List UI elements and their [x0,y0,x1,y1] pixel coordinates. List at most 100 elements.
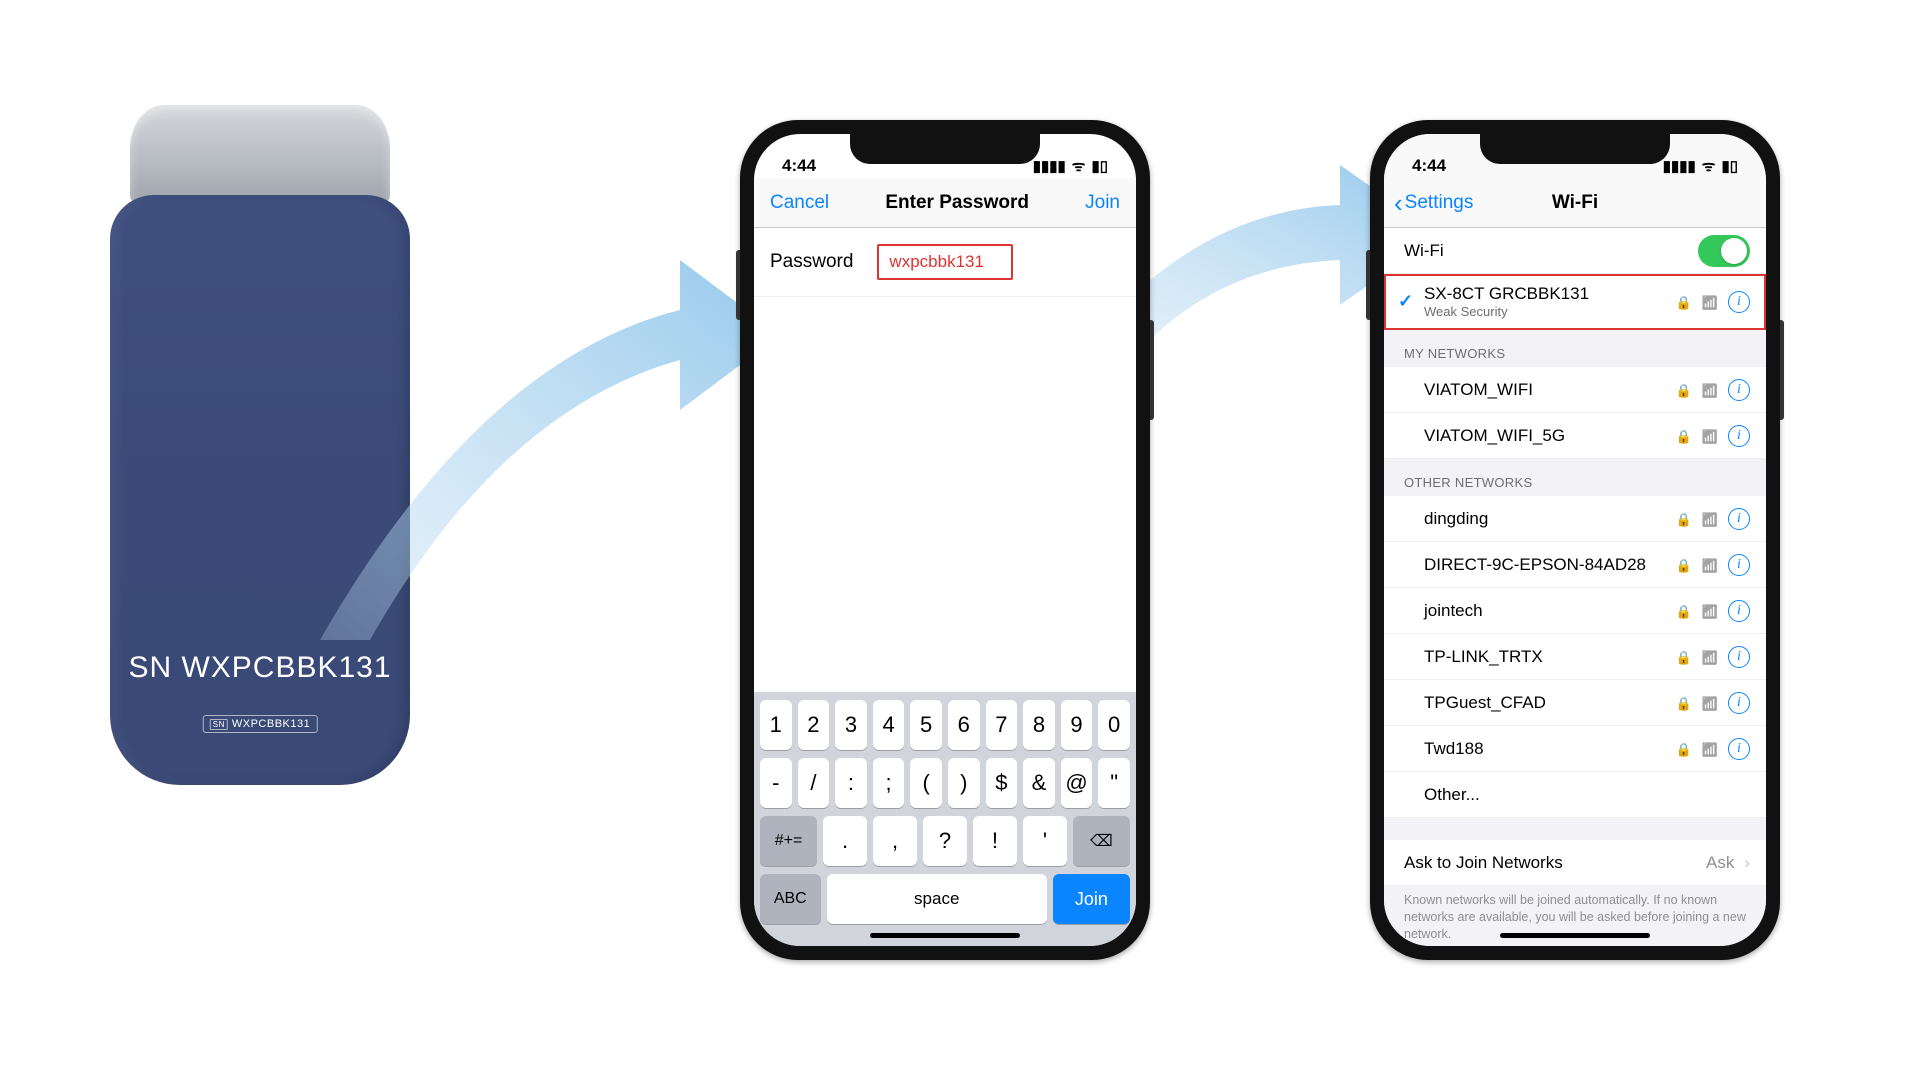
key-0[interactable]: 0 [1098,700,1130,750]
wifi-list[interactable]: Wi-Fi SX-8CT GRCBBK131 Weak Security i M… [1384,228,1766,946]
key-period[interactable]: . [823,816,867,866]
key-backspace[interactable]: ⌫ [1073,816,1130,866]
notch [850,134,1040,164]
lock-icon [1676,601,1692,621]
key-excl[interactable]: ! [973,816,1017,866]
battery-icon: ▮▯ [1091,157,1108,175]
connected-ssid: SX-8CT GRCBBK131 [1424,284,1676,304]
key-amp[interactable]: & [1023,758,1055,808]
info-icon[interactable]: i [1728,291,1750,313]
network-row[interactable]: dingding i [1384,496,1766,542]
wifi-toggle-row[interactable]: Wi-Fi [1384,228,1766,274]
key-6[interactable]: 6 [948,700,980,750]
key-space[interactable]: space [827,874,1047,924]
key-dollar[interactable]: $ [986,758,1018,808]
wifi-icon: ᯤ [1702,156,1716,176]
info-icon[interactable]: i [1728,646,1750,668]
info-icon[interactable]: i [1728,508,1750,530]
phone-enter-password: 4:44 ▮▮▮▮ ᯤ ▮▯ Cancel Enter Password Joi… [740,120,1150,960]
network-ssid: Twd188 [1424,739,1676,759]
device-sn-label: SN WXPCBBK131 [110,651,410,685]
info-icon[interactable]: i [1728,738,1750,760]
key-qmark[interactable]: ? [923,816,967,866]
device-body: SN WXPCBBK131 SN WXPCBBK131 [110,195,410,785]
section-gap [1384,818,1766,840]
network-ssid: VIATOM_WIFI [1424,380,1676,400]
network-row[interactable]: DIRECT-9C-EPSON-84AD28 i [1384,542,1766,588]
nav-bar: ‹ Settings Wi-Fi [1384,178,1766,228]
key-quote[interactable]: " [1098,758,1130,808]
info-icon[interactable]: i [1728,692,1750,714]
ask-value: Ask [1706,853,1734,873]
wifi-signal-icon [1702,647,1718,667]
other-network-row[interactable]: Other... [1384,772,1766,818]
wifi-toggle[interactable] [1698,235,1750,267]
connected-network-row[interactable]: SX-8CT GRCBBK131 Weak Security i [1384,274,1766,330]
lock-icon [1676,647,1692,667]
network-row[interactable]: VIATOM_WIFI i [1384,367,1766,413]
network-row[interactable]: VIATOM_WIFI_5G i [1384,413,1766,459]
password-row: Password [754,228,1136,297]
lock-icon [1676,509,1692,529]
connected-subtitle: Weak Security [1424,304,1676,319]
network-row[interactable]: jointech i [1384,588,1766,634]
key-join[interactable]: Join [1053,874,1130,924]
key-abc[interactable]: ABC [760,874,821,924]
network-row[interactable]: TPGuest_CFAD i [1384,680,1766,726]
password-input[interactable] [877,244,1013,280]
battery-icon: ▮▯ [1721,157,1738,175]
key-comma[interactable]: , [873,816,917,866]
device-sn-tag-prefix: SN [210,719,228,730]
network-row[interactable]: Twd188 i [1384,726,1766,772]
key-7[interactable]: 7 [986,700,1018,750]
nav-bar: Cancel Enter Password Join [754,178,1136,228]
key-at[interactable]: @ [1061,758,1093,808]
lock-icon [1676,739,1692,759]
device-cap [130,105,390,205]
chevron-left-icon: ‹ [1394,190,1403,216]
info-icon[interactable]: i [1728,554,1750,576]
key-9[interactable]: 9 [1061,700,1093,750]
lock-icon [1676,380,1692,400]
key-semi[interactable]: ; [873,758,905,808]
back-button[interactable]: ‹ Settings [1394,190,1473,216]
key-slash[interactable]: / [798,758,830,808]
ask-to-join-row[interactable]: Ask to Join Networks Ask › [1384,840,1766,886]
key-symbols[interactable]: #+= [760,816,817,866]
key-apos[interactable]: ' [1023,816,1067,866]
join-button[interactable]: Join [1085,192,1120,214]
info-icon[interactable]: i [1728,379,1750,401]
phone-a-screen: 4:44 ▮▮▮▮ ᯤ ▮▯ Cancel Enter Password Joi… [754,134,1136,946]
lock-icon [1676,426,1692,446]
key-4[interactable]: 4 [873,700,905,750]
section-other-networks: OTHER NETWORKS [1384,459,1766,496]
wifi-signal-icon [1702,739,1718,759]
phone-wifi-settings: 4:44 ▮▮▮▮ ᯤ ▮▯ ‹ Settings Wi-Fi Wi-Fi SX… [1370,120,1780,960]
key-2[interactable]: 2 [798,700,830,750]
cancel-button[interactable]: Cancel [770,192,829,214]
info-icon[interactable]: i [1728,600,1750,622]
key-dash[interactable]: - [760,758,792,808]
phone-b-screen: 4:44 ▮▮▮▮ ᯤ ▮▯ ‹ Settings Wi-Fi Wi-Fi SX… [1384,134,1766,946]
key-rparen[interactable]: ) [948,758,980,808]
key-5[interactable]: 5 [910,700,942,750]
key-8[interactable]: 8 [1023,700,1055,750]
wifi-signal-icon [1702,380,1718,400]
key-lparen[interactable]: ( [910,758,942,808]
nav-title: Wi-Fi [1552,192,1598,214]
wifi-signal-icon [1702,693,1718,713]
password-label: Password [770,251,853,273]
home-indicator [1500,933,1650,938]
wifi-signal-icon [1702,509,1718,529]
signal-icon: ▮▮▮▮ [1663,157,1696,175]
key-colon[interactable]: : [835,758,867,808]
network-ssid: TP-LINK_TRTX [1424,647,1676,667]
network-row[interactable]: TP-LINK_TRTX i [1384,634,1766,680]
key-1[interactable]: 1 [760,700,792,750]
key-3[interactable]: 3 [835,700,867,750]
info-icon[interactable]: i [1728,425,1750,447]
ask-label: Ask to Join Networks [1404,853,1706,873]
lock-icon [1676,555,1692,575]
network-ssid: TPGuest_CFAD [1424,693,1676,713]
status-icons: ▮▮▮▮ ᯤ ▮▯ [1663,156,1738,176]
